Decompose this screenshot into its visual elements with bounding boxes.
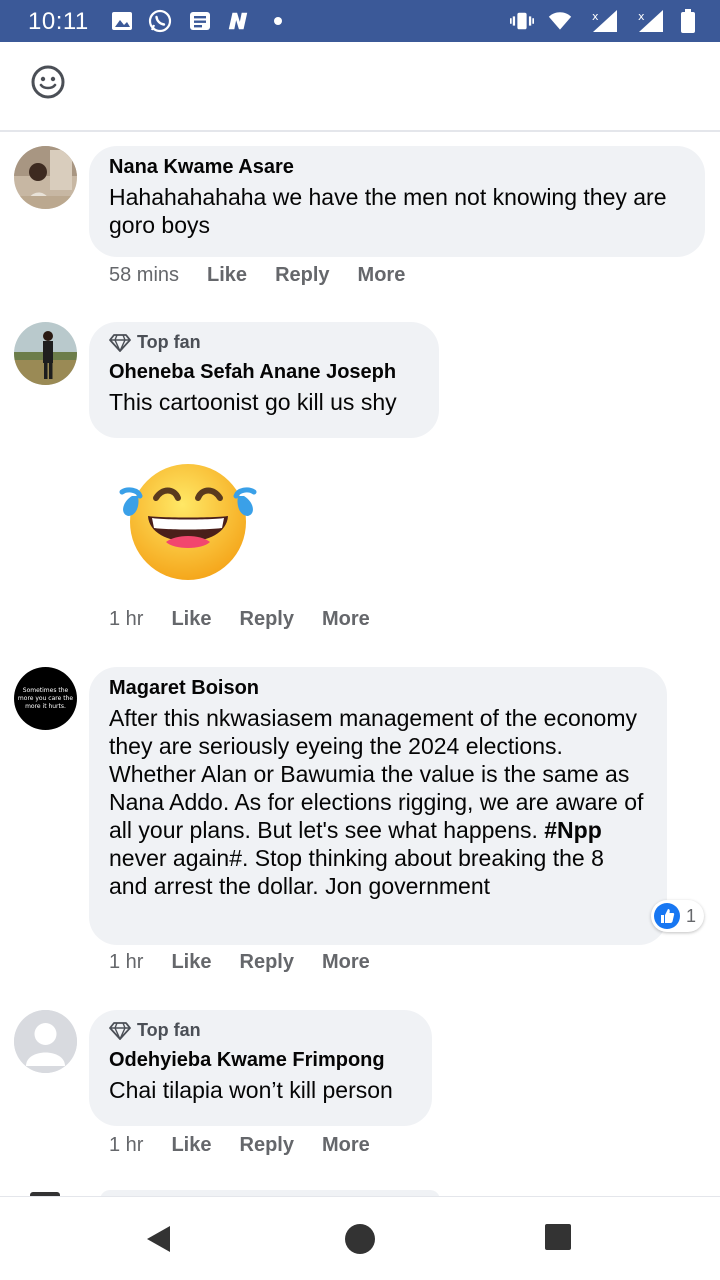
reply-button[interactable]: Reply — [240, 608, 294, 631]
comment-author[interactable]: Nana Kwame Asare — [109, 156, 685, 179]
like-button[interactable]: Like — [171, 951, 211, 974]
comment-time[interactable]: 1 hr — [109, 951, 143, 974]
comment-actions: 1 hr Like Reply More — [109, 951, 398, 974]
more-button[interactable]: More — [322, 951, 370, 974]
n-app-icon — [226, 9, 250, 33]
avatar[interactable] — [14, 322, 77, 385]
dot-icon — [266, 9, 290, 33]
more-button[interactable]: More — [322, 608, 370, 631]
reaction-count[interactable]: 1 — [651, 900, 705, 932]
whatsapp-icon — [148, 9, 172, 33]
comment-text: After this nkwasiasem management of the … — [109, 704, 647, 900]
back-icon[interactable] — [144, 1223, 176, 1255]
comment-bubble[interactable]: Nana Kwame Asare Hahahahahaha we have th… — [89, 146, 705, 257]
laughing-tears-emoji — [118, 458, 258, 582]
comment-time[interactable]: 1 hr — [109, 608, 143, 631]
comment-text: This cartoonist go kill us shy — [109, 389, 397, 415]
emoji-icon[interactable] — [30, 64, 66, 100]
top-fan-label: Top fan — [137, 332, 201, 352]
comment-bubble[interactable]: Top fan Oheneba Sefah Anane Joseph This … — [89, 322, 439, 438]
recents-icon[interactable] — [544, 1223, 576, 1255]
comment-actions: 58 mins Like Reply More — [109, 264, 433, 287]
comment-actions: 1 hr Like Reply More — [109, 1134, 398, 1157]
top-fan-label: Top fan — [137, 1020, 201, 1040]
status-bar: 10:11 x x — [0, 0, 720, 42]
status-time: 10:11 — [28, 8, 89, 35]
comment-author[interactable]: Magaret Boison — [109, 677, 647, 700]
comment-text: Hahahahahaha we have the men not knowing… — [109, 184, 667, 238]
image-icon — [110, 9, 134, 33]
like-button[interactable]: Like — [171, 1134, 211, 1157]
top-bar — [0, 42, 720, 132]
comment-time[interactable]: 58 mins — [109, 264, 179, 287]
comment-bubble[interactable]: Magaret Boison After this nkwasiasem man… — [89, 667, 667, 945]
comment-author[interactable]: Odehyieba Kwame Frimpong — [109, 1049, 412, 1072]
more-button[interactable]: More — [358, 264, 406, 287]
signal-icon: x — [590, 9, 620, 33]
comment-text: Chai tilapia won’t kill person — [109, 1077, 393, 1103]
diamond-icon — [109, 1021, 131, 1040]
like-reaction-icon — [654, 903, 680, 929]
avatar-text: Sometimes the more you care the more it … — [17, 686, 74, 710]
comment-text-part: never again#. Stop thinking about breaki… — [109, 845, 604, 899]
svg-text:x: x — [638, 10, 645, 23]
navigation-bar — [0, 1196, 720, 1280]
avatar[interactable] — [14, 146, 77, 209]
comment-time[interactable]: 1 hr — [109, 1134, 143, 1157]
more-button[interactable]: More — [322, 1134, 370, 1157]
top-fan-badge: Top fan — [109, 332, 419, 353]
home-icon[interactable] — [344, 1223, 376, 1255]
avatar[interactable] — [14, 1010, 77, 1073]
svg-text:x: x — [592, 10, 599, 23]
like-button[interactable]: Like — [207, 264, 247, 287]
reaction-number: 1 — [686, 905, 697, 926]
reply-button[interactable]: Reply — [240, 951, 294, 974]
message-icon — [188, 9, 212, 33]
comment-actions: 1 hr Like Reply More — [109, 608, 398, 631]
top-fan-badge: Top fan — [109, 1020, 412, 1041]
signal-icon-2: x — [636, 9, 666, 33]
reply-button[interactable]: Reply — [240, 1134, 294, 1157]
vibrate-icon — [510, 9, 534, 33]
avatar[interactable]: Sometimes the more you care the more it … — [14, 667, 77, 730]
reply-button[interactable]: Reply — [275, 264, 329, 287]
wifi-icon — [548, 9, 572, 33]
comment-author[interactable]: Oheneba Sefah Anane Joseph — [109, 361, 419, 384]
comment-bubble[interactable]: Top fan Odehyieba Kwame Frimpong Chai ti… — [89, 1010, 432, 1126]
battery-icon — [676, 9, 700, 33]
like-button[interactable]: Like — [171, 608, 211, 631]
hashtag-link[interactable]: #Npp — [544, 817, 602, 843]
diamond-icon — [109, 333, 131, 352]
